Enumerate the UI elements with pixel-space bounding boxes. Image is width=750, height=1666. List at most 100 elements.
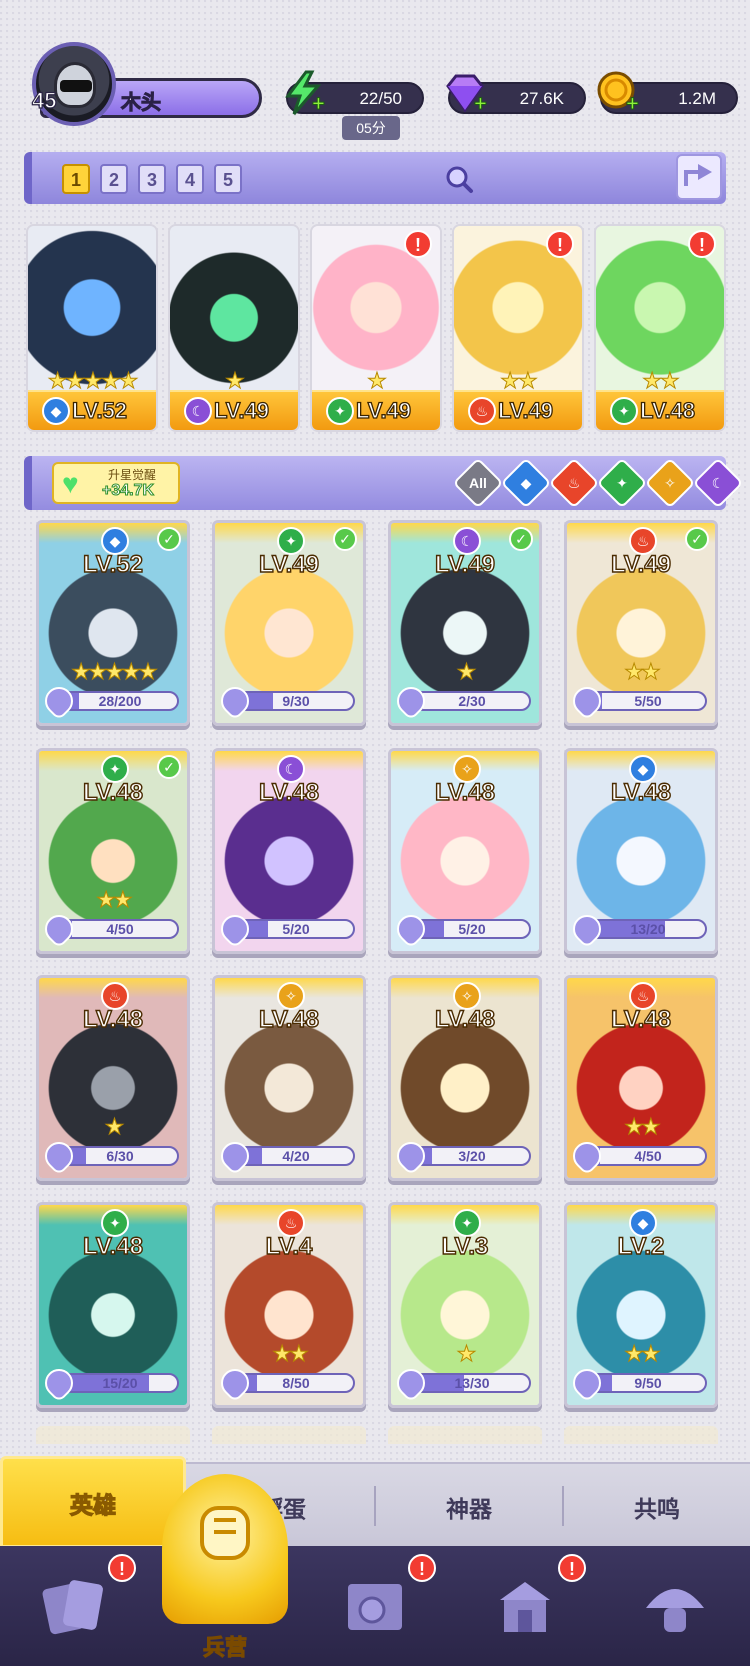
in-team-check-icon: ✓: [509, 527, 533, 551]
hero-level: LV.2: [617, 1232, 665, 1260]
alert-badge: !: [546, 230, 574, 258]
filter-water-button[interactable]: ◆: [500, 457, 552, 509]
temple-icon: [500, 1582, 550, 1632]
hero-level: LV.48: [434, 778, 496, 806]
team-tab-2[interactable]: 2: [100, 164, 128, 194]
team-member-card-3[interactable]: ★ ✦ LV.49 !: [310, 224, 442, 432]
hero-card[interactable]: ♨ LV.48 ★ 6/30: [36, 975, 190, 1181]
hero-card[interactable]: ✦ LV.3 ★ 13/30: [388, 1202, 542, 1408]
mushroom-icon: [646, 1589, 704, 1632]
hero-shard-progress: 3/20: [413, 1146, 531, 1166]
search-zoom-icon[interactable]: [444, 164, 474, 194]
progress-text: 13/20: [630, 921, 666, 937]
alert-badge: !: [688, 230, 716, 258]
hero-level: LV.48: [434, 1005, 496, 1033]
hero-card[interactable]: ✧ LV.48 4/20: [212, 975, 366, 1181]
gold-resource[interactable]: + 1.2M: [597, 71, 738, 115]
gem-plus-icon[interactable]: +: [474, 92, 490, 115]
nav-barracks[interactable]: 兵营: [150, 1474, 300, 1666]
in-team-check-icon: ✓: [685, 527, 709, 551]
hero-card[interactable]: ◆ LV.2 ★★ 9/50: [564, 1202, 718, 1408]
team-member-level-bar: ◆ LV.52: [28, 390, 156, 430]
hero-stars: ★: [456, 659, 477, 685]
top-bar: 木头 45 + 22/50 05分 + 27.6K + 1.2M: [0, 0, 750, 150]
awaken-label: 升星觉醒: [108, 468, 157, 482]
team-tab-5[interactable]: 5: [214, 164, 242, 194]
team-member-card-4[interactable]: ★★ ♨ LV.49 !: [452, 224, 584, 432]
bottom-navigation: ! 兵营 ! !: [0, 1474, 750, 1666]
hero-shard-progress: 13/30: [413, 1373, 531, 1393]
hero-level: LV.49: [610, 550, 672, 578]
dark-element-icon: ☾: [711, 475, 725, 491]
hero-card[interactable]: ☾ LV.48 5/20: [212, 748, 366, 954]
hero-shard-progress: 8/50: [237, 1373, 355, 1393]
share-button[interactable]: [676, 154, 722, 200]
fire-element-icon: ♨: [468, 397, 496, 425]
hero-card[interactable]: ✧ LV.48 5/20: [388, 748, 542, 954]
hero-card[interactable]: ♨ LV.49 ✓ ★★ 5/50: [564, 520, 718, 726]
hero-stars: ★★: [624, 659, 661, 685]
hero-level: LV.48: [258, 1005, 320, 1033]
filter-dark-button[interactable]: ☾: [692, 457, 744, 509]
hero-stars: ★★★★★: [71, 659, 159, 685]
progress-text: 8/50: [282, 1375, 310, 1391]
team-tab-1[interactable]: 1: [62, 164, 90, 194]
progress-text: 5/20: [458, 921, 486, 937]
hero-card[interactable]: ✦ LV.48 ✓ ★★ 4/50: [36, 748, 190, 954]
tab-artifact[interactable]: 神器: [376, 1490, 562, 1524]
hero-filter-bar: ♥ 升星觉醒 +34.7K All ◆ ♨ ✦ ✧ ☾: [24, 456, 744, 510]
gem-resource[interactable]: + 27.6K: [446, 74, 586, 115]
filter-wind-button[interactable]: ✦: [596, 457, 648, 509]
nav-map[interactable]: !: [300, 1546, 450, 1666]
tab-resonance[interactable]: 共鸣: [564, 1490, 750, 1524]
hero-stars: ★★: [624, 1341, 661, 1367]
nav-temple[interactable]: !: [450, 1546, 600, 1666]
hero-shard-progress: 28/200: [61, 691, 179, 711]
team-member-card-1[interactable]: ★★★★★ ◆ LV.52: [26, 224, 158, 432]
light-element-icon: ✧: [664, 475, 676, 491]
alert-badge: !: [404, 230, 432, 258]
hero-card[interactable]: ✦ LV.49 ✓ 9/30: [212, 520, 366, 726]
hero-card[interactable]: ✧ LV.48 3/20: [388, 975, 542, 1181]
hero-level: LV.48: [82, 1005, 144, 1033]
hero-card[interactable]: ✦ LV.48 15/20: [36, 1202, 190, 1408]
star-awaken-bonus[interactable]: ♥ 升星觉醒 +34.7K: [52, 462, 180, 504]
next-row-card-edge: [564, 1426, 718, 1444]
team-member-card-5[interactable]: ★★ ✦ LV.48 !: [594, 224, 726, 432]
hero-card[interactable]: ♨ LV.4 ★★ 8/50: [212, 1202, 366, 1408]
team-member-card-2[interactable]: ★ ☾ LV.49: [168, 224, 300, 432]
progress-text: 4/50: [106, 921, 134, 937]
hero-card[interactable]: ☾ LV.49 ✓ ★ 2/30: [388, 520, 542, 726]
team-member-level: LV.49: [497, 397, 554, 423]
hero-stars: ★★: [272, 1341, 309, 1367]
nav-mushroom[interactable]: [600, 1546, 750, 1666]
alert-badge: !: [108, 1554, 136, 1582]
team-tab-3[interactable]: 3: [138, 164, 166, 194]
in-team-check-icon: ✓: [157, 527, 181, 551]
tab-heroes[interactable]: 英雄: [0, 1456, 186, 1548]
hero-card[interactable]: ◆ LV.48 13/20: [564, 748, 718, 954]
energy-resource[interactable]: + 22/50: [285, 70, 424, 115]
alert-badge: !: [408, 1554, 436, 1582]
hero-card[interactable]: ◆ LV.52 ✓ ★★★★★ 28/200: [36, 520, 190, 726]
progress-text: 9/30: [282, 693, 310, 709]
awaken-value: +34.7K: [101, 482, 155, 500]
progress-text: 15/20: [102, 1375, 138, 1391]
filter-light-button[interactable]: ✧: [644, 457, 696, 509]
next-row-card-edge: [36, 1426, 190, 1444]
hero-stars: ★: [456, 1341, 477, 1367]
hero-card[interactable]: ♨ LV.48 ★★ 4/50: [564, 975, 718, 1181]
progress-text: 2/30: [458, 693, 486, 709]
heart-icon: ♥: [62, 468, 79, 499]
filter-fire-button[interactable]: ♨: [548, 457, 600, 509]
gold-plus-icon[interactable]: +: [626, 92, 642, 115]
next-row-card-edge: [212, 1426, 366, 1444]
team-member-level: LV.48: [639, 397, 696, 423]
water-element-icon: ◆: [520, 475, 532, 491]
team-member-level: LV.52: [71, 397, 128, 423]
team-tab-4[interactable]: 4: [176, 164, 204, 194]
filter-all-button[interactable]: All: [452, 457, 504, 509]
energy-plus-icon[interactable]: +: [312, 92, 328, 115]
nav-cards[interactable]: !: [0, 1546, 150, 1666]
wind-element-icon: ✦: [326, 397, 354, 425]
